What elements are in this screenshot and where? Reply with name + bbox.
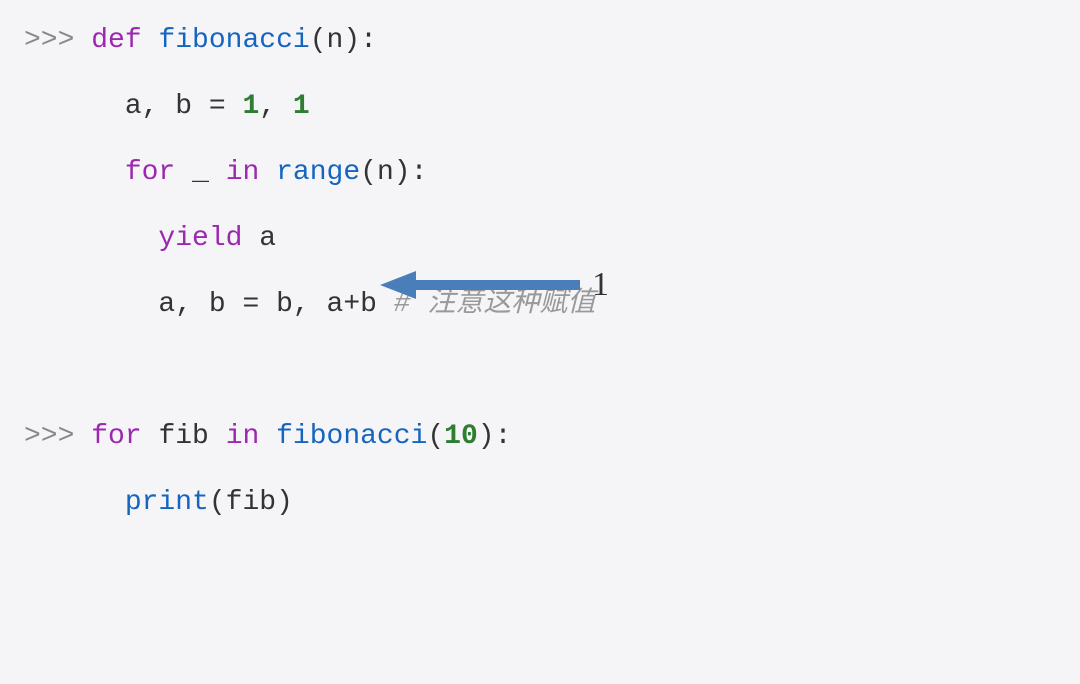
var-a: a	[259, 223, 276, 254]
code-line-1: >>> def fibonacci(n):	[24, 20, 1056, 62]
annotation-value: 1	[592, 266, 609, 304]
comma: ,	[293, 289, 327, 320]
code-line-3: for _ in range(n):	[24, 152, 1056, 194]
indent	[24, 487, 125, 518]
annotation-arrow: 1	[380, 265, 609, 305]
keyword-yield: yield	[158, 223, 242, 254]
paren: (	[310, 25, 327, 56]
number: 10	[444, 421, 478, 452]
builtin-range: range	[276, 157, 360, 188]
var-fib: fib	[158, 421, 208, 452]
keyword-for: for	[125, 157, 175, 188]
indent	[24, 223, 158, 254]
code-line-6: >>> for fib in fibonacci(10):	[24, 416, 1056, 458]
comma: ,	[142, 91, 176, 122]
var-b: b	[276, 289, 293, 320]
blank-line	[24, 350, 1056, 392]
paren: )	[343, 25, 360, 56]
var-a: a	[327, 289, 344, 320]
equals: =	[192, 91, 242, 122]
space	[209, 157, 226, 188]
keyword-in: in	[226, 421, 260, 452]
prompt: >>>	[24, 25, 91, 56]
param: n	[327, 25, 344, 56]
arg: n	[377, 157, 394, 188]
number: 1	[293, 91, 310, 122]
colon: :	[495, 421, 512, 452]
colon: :	[411, 157, 428, 188]
indent	[24, 91, 125, 122]
keyword-in: in	[226, 157, 260, 188]
indent	[24, 289, 158, 320]
prompt: >>>	[24, 421, 91, 452]
indent	[24, 157, 125, 188]
paren: (	[209, 487, 226, 518]
function-name: fibonacci	[276, 421, 427, 452]
space	[259, 421, 276, 452]
paren: )	[394, 157, 411, 188]
plus: +	[343, 289, 360, 320]
var-b: b	[175, 91, 192, 122]
comma: ,	[175, 289, 209, 320]
keyword-for: for	[91, 421, 141, 452]
space	[242, 223, 259, 254]
builtin-print: print	[125, 487, 209, 518]
space	[259, 157, 276, 188]
paren: (	[360, 157, 377, 188]
var-underscore: _	[192, 157, 209, 188]
arrow-left-icon	[380, 265, 580, 305]
function-name: fibonacci	[158, 25, 309, 56]
code-line-4: yield a	[24, 218, 1056, 260]
paren: )	[478, 421, 495, 452]
colon: :	[360, 25, 377, 56]
code-line-2: a, b = 1, 1	[24, 86, 1056, 128]
space	[209, 421, 226, 452]
equals: =	[226, 289, 276, 320]
space	[175, 157, 192, 188]
paren: (	[427, 421, 444, 452]
keyword-def: def	[91, 25, 141, 56]
var-b: b	[209, 289, 226, 320]
comma: ,	[259, 91, 293, 122]
number: 1	[242, 91, 259, 122]
paren: )	[276, 487, 293, 518]
var-a: a	[158, 289, 175, 320]
space	[142, 25, 159, 56]
arg: fib	[226, 487, 276, 518]
space	[142, 421, 159, 452]
code-line-7: print(fib)	[24, 482, 1056, 524]
var-b: b	[360, 289, 377, 320]
var-a: a	[125, 91, 142, 122]
